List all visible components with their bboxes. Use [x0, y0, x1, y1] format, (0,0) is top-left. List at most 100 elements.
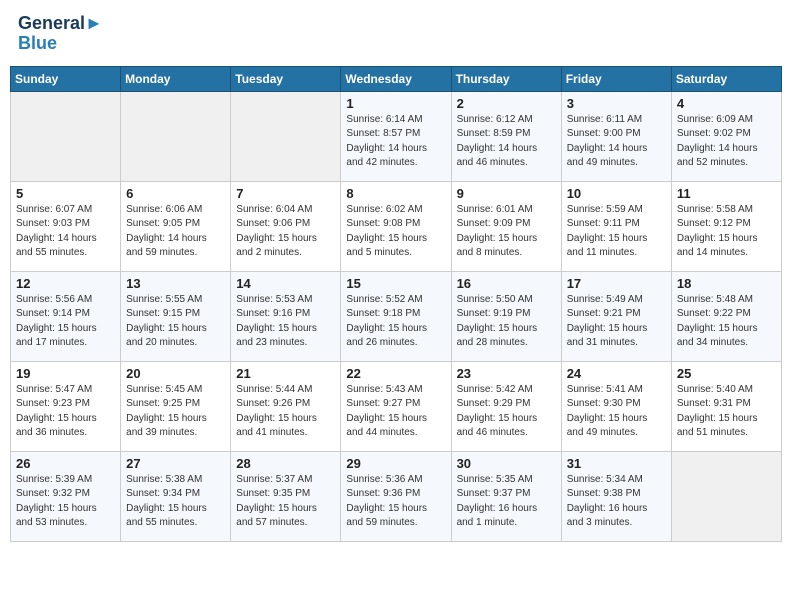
day-number: 29	[346, 456, 445, 471]
day-info: Sunrise: 5:47 AMSunset: 9:23 PMDaylight:…	[16, 384, 97, 439]
calendar-cell: 6 Sunrise: 6:06 AMSunset: 9:05 PMDayligh…	[121, 181, 231, 271]
calendar-cell: 30 Sunrise: 5:35 AMSunset: 9:37 PMDaylig…	[451, 451, 561, 541]
logo-text-blue: Blue	[18, 34, 103, 54]
calendar-cell: 27 Sunrise: 5:38 AMSunset: 9:34 PMDaylig…	[121, 451, 231, 541]
day-number: 2	[457, 96, 556, 111]
weekday-header: Wednesday	[341, 66, 451, 91]
calendar-cell: 21 Sunrise: 5:44 AMSunset: 9:26 PMDaylig…	[231, 361, 341, 451]
calendar-cell: 22 Sunrise: 5:43 AMSunset: 9:27 PMDaylig…	[341, 361, 451, 451]
day-number: 16	[457, 276, 556, 291]
calendar-table: SundayMondayTuesdayWednesdayThursdayFrid…	[10, 66, 782, 542]
day-info: Sunrise: 6:04 AMSunset: 9:06 PMDaylight:…	[236, 204, 317, 259]
day-info: Sunrise: 5:58 AMSunset: 9:12 PMDaylight:…	[677, 204, 758, 259]
day-number: 9	[457, 186, 556, 201]
weekday-header: Friday	[561, 66, 671, 91]
calendar-cell: 28 Sunrise: 5:37 AMSunset: 9:35 PMDaylig…	[231, 451, 341, 541]
calendar-cell: 19 Sunrise: 5:47 AMSunset: 9:23 PMDaylig…	[11, 361, 121, 451]
day-number: 20	[126, 366, 225, 381]
day-number: 27	[126, 456, 225, 471]
day-number: 10	[567, 186, 666, 201]
calendar-cell: 14 Sunrise: 5:53 AMSunset: 9:16 PMDaylig…	[231, 271, 341, 361]
calendar-cell: 1 Sunrise: 6:14 AMSunset: 8:57 PMDayligh…	[341, 91, 451, 181]
day-info: Sunrise: 5:39 AMSunset: 9:32 PMDaylight:…	[16, 474, 97, 529]
day-info: Sunrise: 5:53 AMSunset: 9:16 PMDaylight:…	[236, 294, 317, 349]
day-info: Sunrise: 5:40 AMSunset: 9:31 PMDaylight:…	[677, 384, 758, 439]
day-info: Sunrise: 6:02 AMSunset: 9:08 PMDaylight:…	[346, 204, 427, 259]
calendar-cell: 29 Sunrise: 5:36 AMSunset: 9:36 PMDaylig…	[341, 451, 451, 541]
day-info: Sunrise: 5:59 AMSunset: 9:11 PMDaylight:…	[567, 204, 648, 259]
day-number: 12	[16, 276, 115, 291]
calendar-cell: 18 Sunrise: 5:48 AMSunset: 9:22 PMDaylig…	[671, 271, 781, 361]
calendar-cell: 12 Sunrise: 5:56 AMSunset: 9:14 PMDaylig…	[11, 271, 121, 361]
day-number: 1	[346, 96, 445, 111]
calendar-cell: 5 Sunrise: 6:07 AMSunset: 9:03 PMDayligh…	[11, 181, 121, 271]
day-number: 28	[236, 456, 335, 471]
calendar-cell: 17 Sunrise: 5:49 AMSunset: 9:21 PMDaylig…	[561, 271, 671, 361]
calendar-cell: 15 Sunrise: 5:52 AMSunset: 9:18 PMDaylig…	[341, 271, 451, 361]
weekday-header: Thursday	[451, 66, 561, 91]
day-info: Sunrise: 5:55 AMSunset: 9:15 PMDaylight:…	[126, 294, 207, 349]
calendar-cell: 10 Sunrise: 5:59 AMSunset: 9:11 PMDaylig…	[561, 181, 671, 271]
day-number: 7	[236, 186, 335, 201]
day-info: Sunrise: 5:35 AMSunset: 9:37 PMDaylight:…	[457, 474, 538, 529]
day-info: Sunrise: 5:44 AMSunset: 9:26 PMDaylight:…	[236, 384, 317, 439]
calendar-cell: 26 Sunrise: 5:39 AMSunset: 9:32 PMDaylig…	[11, 451, 121, 541]
day-info: Sunrise: 5:50 AMSunset: 9:19 PMDaylight:…	[457, 294, 538, 349]
calendar-cell: 23 Sunrise: 5:42 AMSunset: 9:29 PMDaylig…	[451, 361, 561, 451]
calendar-cell: 11 Sunrise: 5:58 AMSunset: 9:12 PMDaylig…	[671, 181, 781, 271]
calendar-cell	[671, 451, 781, 541]
day-number: 30	[457, 456, 556, 471]
calendar-cell	[121, 91, 231, 181]
day-number: 14	[236, 276, 335, 291]
day-info: Sunrise: 5:34 AMSunset: 9:38 PMDaylight:…	[567, 474, 648, 529]
day-info: Sunrise: 6:09 AMSunset: 9:02 PMDaylight:…	[677, 114, 758, 169]
day-number: 15	[346, 276, 445, 291]
day-info: Sunrise: 5:42 AMSunset: 9:29 PMDaylight:…	[457, 384, 538, 439]
day-info: Sunrise: 5:49 AMSunset: 9:21 PMDaylight:…	[567, 294, 648, 349]
day-info: Sunrise: 5:56 AMSunset: 9:14 PMDaylight:…	[16, 294, 97, 349]
day-number: 19	[16, 366, 115, 381]
weekday-header: Saturday	[671, 66, 781, 91]
day-number: 31	[567, 456, 666, 471]
calendar-cell: 2 Sunrise: 6:12 AMSunset: 8:59 PMDayligh…	[451, 91, 561, 181]
weekday-header: Monday	[121, 66, 231, 91]
day-number: 6	[126, 186, 225, 201]
day-number: 21	[236, 366, 335, 381]
day-number: 5	[16, 186, 115, 201]
day-number: 13	[126, 276, 225, 291]
day-info: Sunrise: 5:37 AMSunset: 9:35 PMDaylight:…	[236, 474, 317, 529]
day-info: Sunrise: 6:11 AMSunset: 9:00 PMDaylight:…	[567, 114, 648, 169]
day-number: 17	[567, 276, 666, 291]
calendar-cell: 8 Sunrise: 6:02 AMSunset: 9:08 PMDayligh…	[341, 181, 451, 271]
day-number: 22	[346, 366, 445, 381]
day-number: 3	[567, 96, 666, 111]
day-number: 8	[346, 186, 445, 201]
day-number: 4	[677, 96, 776, 111]
logo: General► Blue	[18, 14, 103, 54]
calendar-cell: 24 Sunrise: 5:41 AMSunset: 9:30 PMDaylig…	[561, 361, 671, 451]
calendar-cell: 9 Sunrise: 6:01 AMSunset: 9:09 PMDayligh…	[451, 181, 561, 271]
calendar-cell	[231, 91, 341, 181]
weekday-header: Tuesday	[231, 66, 341, 91]
calendar-cell	[11, 91, 121, 181]
day-info: Sunrise: 5:48 AMSunset: 9:22 PMDaylight:…	[677, 294, 758, 349]
logo-text: General►	[18, 14, 103, 34]
calendar-cell: 20 Sunrise: 5:45 AMSunset: 9:25 PMDaylig…	[121, 361, 231, 451]
day-info: Sunrise: 6:01 AMSunset: 9:09 PMDaylight:…	[457, 204, 538, 259]
calendar-cell: 25 Sunrise: 5:40 AMSunset: 9:31 PMDaylig…	[671, 361, 781, 451]
day-info: Sunrise: 6:14 AMSunset: 8:57 PMDaylight:…	[346, 114, 427, 169]
day-number: 26	[16, 456, 115, 471]
calendar-cell: 13 Sunrise: 5:55 AMSunset: 9:15 PMDaylig…	[121, 271, 231, 361]
day-info: Sunrise: 6:06 AMSunset: 9:05 PMDaylight:…	[126, 204, 207, 259]
day-info: Sunrise: 6:07 AMSunset: 9:03 PMDaylight:…	[16, 204, 97, 259]
calendar-cell: 16 Sunrise: 5:50 AMSunset: 9:19 PMDaylig…	[451, 271, 561, 361]
day-number: 11	[677, 186, 776, 201]
weekday-header: Sunday	[11, 66, 121, 91]
page-header: General► Blue	[10, 10, 782, 58]
calendar-cell: 7 Sunrise: 6:04 AMSunset: 9:06 PMDayligh…	[231, 181, 341, 271]
day-info: Sunrise: 6:12 AMSunset: 8:59 PMDaylight:…	[457, 114, 538, 169]
calendar-cell: 31 Sunrise: 5:34 AMSunset: 9:38 PMDaylig…	[561, 451, 671, 541]
calendar-cell: 4 Sunrise: 6:09 AMSunset: 9:02 PMDayligh…	[671, 91, 781, 181]
day-number: 23	[457, 366, 556, 381]
day-info: Sunrise: 5:38 AMSunset: 9:34 PMDaylight:…	[126, 474, 207, 529]
